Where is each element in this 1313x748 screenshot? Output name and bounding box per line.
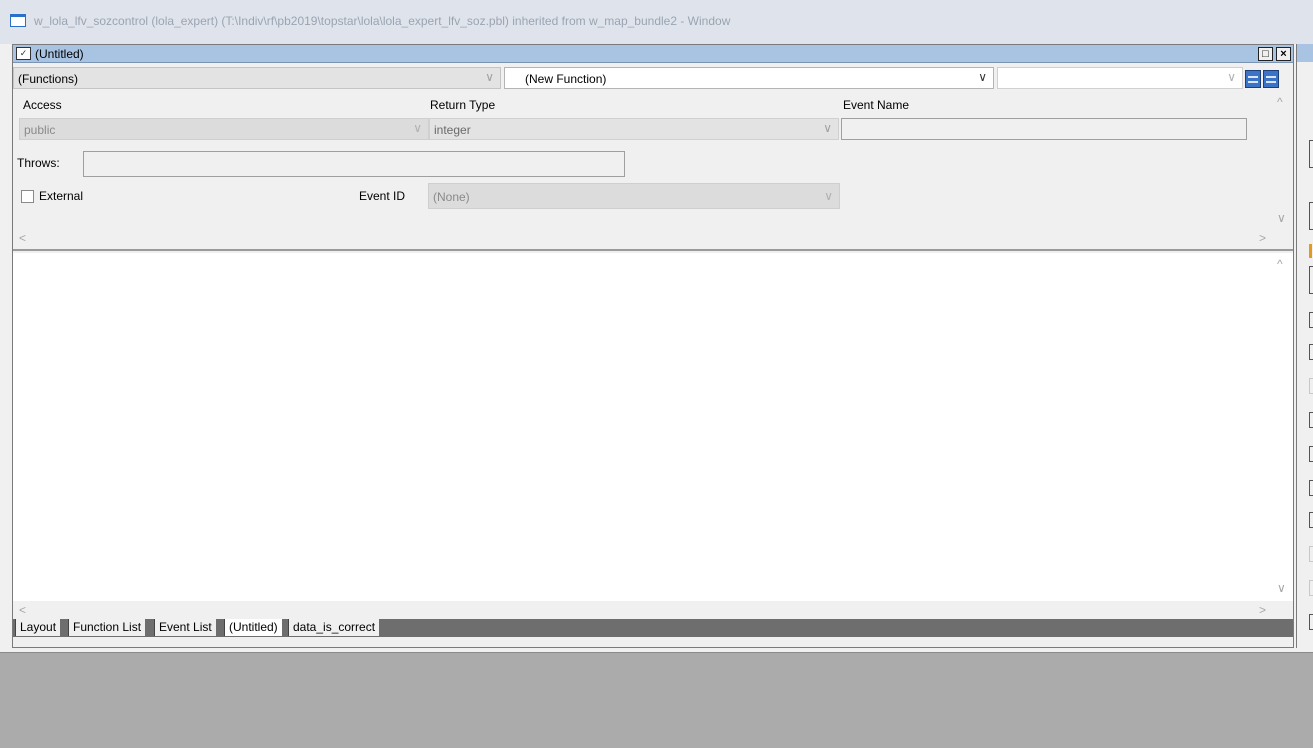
function-combo-value: (New Function): [525, 72, 607, 86]
event-name-field[interactable]: [841, 118, 1247, 140]
return-type-combo[interactable]: integer ∨: [429, 118, 839, 140]
external-checkbox[interactable]: [21, 190, 34, 203]
chevron-down-icon: ∨: [978, 70, 987, 84]
close-button[interactable]: ×: [1276, 47, 1291, 61]
adjacent-field: [1309, 266, 1313, 294]
return-type-value: integer: [434, 123, 471, 137]
script-scroll-up-icon[interactable]: ^: [1277, 257, 1283, 271]
adjacent-checkbox: [1309, 614, 1313, 630]
adjacent-window-edge: [1296, 44, 1313, 648]
child-title: (Untitled): [35, 47, 84, 61]
tab-data-is-correct[interactable]: data_is_correct: [288, 619, 380, 636]
window-icon: [10, 14, 26, 27]
script-painter-window: ✓ (Untitled) □ × (Functions) ∨ (New Func…: [12, 44, 1294, 648]
adjacent-field: [1309, 140, 1313, 168]
access-value: public: [24, 123, 56, 137]
tab-untitled[interactable]: (Untitled): [224, 619, 282, 636]
adjacent-window-title[interactable]: [1297, 44, 1313, 62]
script-horizontal-scrollbar[interactable]: < >: [13, 601, 1293, 619]
chevron-down-icon: ∨: [413, 121, 422, 135]
adjacent-checkbox: [1309, 446, 1313, 462]
tab-function-list[interactable]: Function List: [68, 619, 146, 636]
adjacent-accent-mark: [1309, 244, 1312, 258]
detail-view-icon[interactable]: [1263, 70, 1279, 88]
child-title-bar[interactable]: ✓ (Untitled) □ ×: [13, 45, 1293, 63]
painter-tab-strip: Layout Function List Event List (Untitle…: [13, 619, 1293, 637]
tab-layout[interactable]: Layout: [15, 619, 61, 636]
chevron-down-icon: ∨: [824, 189, 833, 203]
adjacent-checkbox: [1309, 412, 1313, 428]
window-title: w_lola_lfv_sozcontrol (lola_expert) (T:\…: [34, 14, 731, 28]
declaration-pane: Access Return Type Event Name public ∨ i…: [13, 91, 1293, 251]
window-title-bar[interactable]: w_lola_lfv_sozcontrol (lola_expert) (T:\…: [0, 0, 1313, 44]
decl-scroll-left-icon[interactable]: <: [19, 231, 26, 245]
decl-scroll-up-icon[interactable]: ^: [1277, 95, 1283, 109]
return-type-label: Return Type: [430, 98, 496, 112]
access-combo[interactable]: public ∨: [19, 118, 429, 140]
third-combo[interactable]: ∨: [997, 67, 1243, 89]
script-scroll-left-icon[interactable]: <: [19, 603, 26, 617]
chevron-down-icon: ∨: [1227, 70, 1236, 84]
throws-field[interactable]: [83, 151, 625, 177]
object-combo-value: (Functions): [18, 72, 79, 86]
script-scroll-down-icon[interactable]: ∨: [1277, 581, 1286, 595]
script-scroll-right-icon[interactable]: >: [1259, 603, 1266, 617]
decl-scroll-down-icon[interactable]: ∨: [1277, 211, 1286, 225]
script-icon: ✓: [16, 47, 31, 60]
throws-label: Throws:: [17, 156, 60, 170]
maximize-button[interactable]: □: [1258, 47, 1273, 61]
adjacent-checkbox: [1309, 512, 1313, 528]
list-view-icon[interactable]: [1245, 70, 1261, 88]
access-label: Access: [23, 98, 62, 112]
function-combo[interactable]: (New Function) ∨: [504, 67, 994, 89]
external-label: External: [39, 189, 84, 203]
script-editor[interactable]: ^ ∨ < >: [13, 253, 1293, 619]
adjacent-checkbox: [1309, 378, 1313, 394]
adjacent-checkbox: [1309, 344, 1313, 360]
chevron-down-icon: ∨: [485, 70, 494, 84]
object-combo[interactable]: (Functions) ∨: [13, 67, 501, 89]
adjacent-checkbox: [1309, 580, 1313, 596]
adjacent-field: [1309, 202, 1313, 230]
event-id-combo[interactable]: (None) ∨: [428, 183, 840, 209]
event-name-label: Event Name: [843, 98, 910, 112]
chevron-down-icon: ∨: [823, 121, 832, 135]
event-id-value: (None): [433, 190, 470, 204]
adjacent-checkbox: [1309, 480, 1313, 496]
adjacent-checkbox: [1309, 312, 1313, 328]
adjacent-checkbox: [1309, 546, 1313, 562]
event-id-label: Event ID: [359, 189, 406, 203]
decl-scroll-right-icon[interactable]: >: [1259, 231, 1266, 245]
tab-event-list[interactable]: Event List: [154, 619, 216, 636]
